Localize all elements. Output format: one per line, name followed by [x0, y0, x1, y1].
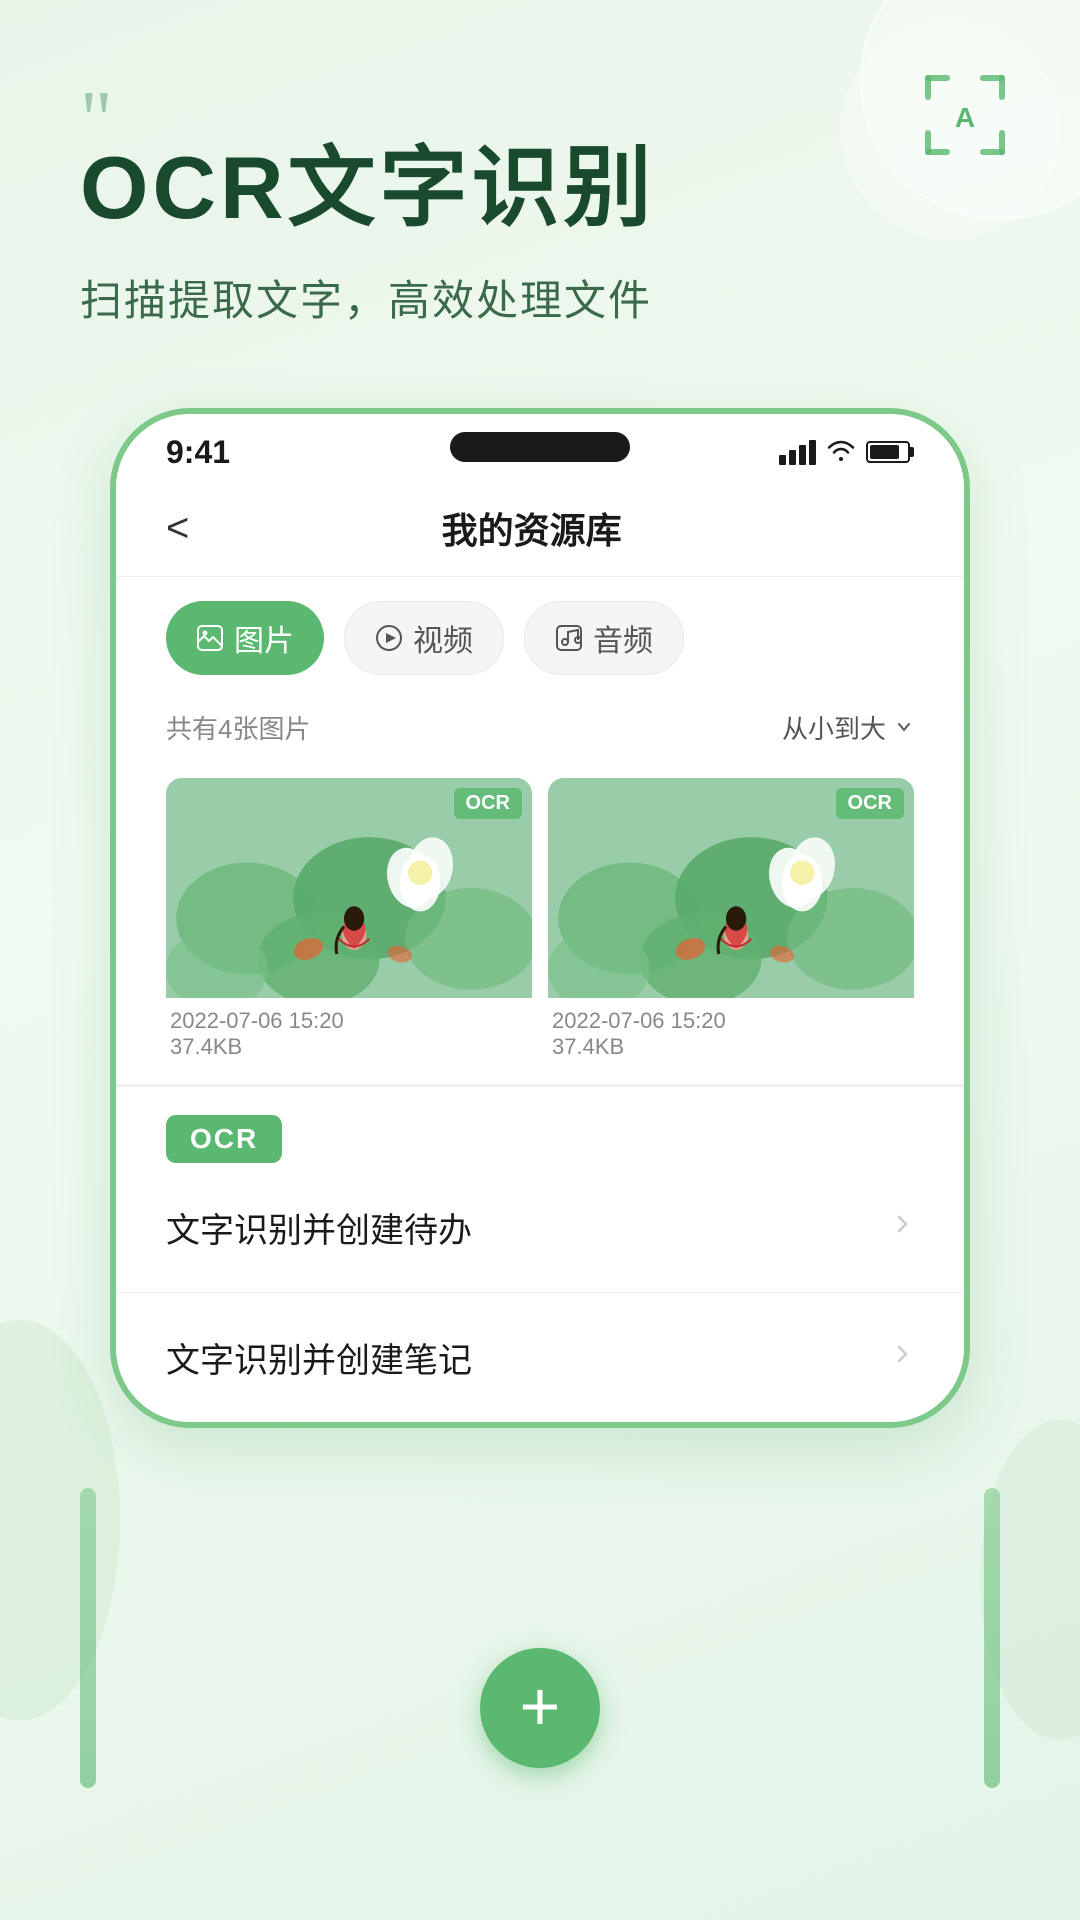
- signal-bar-1: [779, 455, 786, 465]
- image-meta-2: 2022-07-06 15:20 37.4KB: [548, 998, 914, 1064]
- tab-videos[interactable]: 视频: [344, 601, 504, 675]
- image-date-2: 2022-07-06 15:20: [552, 1008, 910, 1034]
- sort-chevron-icon: [894, 717, 914, 737]
- ocr-menu-text-todo: 文字识别并创建待办: [166, 1203, 472, 1252]
- tab-videos-label: 视频: [413, 616, 473, 660]
- tab-audio[interactable]: 音频: [524, 601, 684, 675]
- image-card-1[interactable]: OCR 2022-07-06 15:20 37.4KB: [166, 778, 532, 1064]
- header-section: A " OCR文字识别 扫描提取文字，高效处理文件: [0, 0, 1080, 368]
- signal-icon: [779, 440, 816, 465]
- signal-bar-2: [789, 450, 796, 465]
- ocr-menu-item-todo[interactable]: 文字识别并创建待办: [116, 1163, 964, 1293]
- status-icons: [779, 436, 914, 468]
- image-size-1: 37.4KB: [170, 1034, 528, 1060]
- sort-label: 从小到大: [782, 709, 886, 746]
- nav-bar: < 我的资源库: [116, 481, 964, 577]
- ocr-panel: OCR 文字识别并创建待办 文字识别并创建笔记: [116, 1084, 964, 1422]
- tab-images-label: 图片: [234, 616, 294, 660]
- wifi-icon: [826, 436, 856, 468]
- image-meta-1: 2022-07-06 15:20 37.4KB: [166, 998, 532, 1064]
- ocr-menu-text-note: 文字识别并创建笔记: [166, 1333, 472, 1382]
- image-tab-icon: [196, 624, 224, 652]
- chevron-right-icon-1: [890, 1210, 914, 1244]
- video-tab-icon: [375, 624, 403, 652]
- image-date-1: 2022-07-06 15:20: [170, 1008, 528, 1034]
- page-subtitle: 扫描提取文字，高效处理文件: [80, 267, 1020, 328]
- nav-title: 我的资源库: [209, 502, 854, 554]
- bottom-bar-right: [984, 1488, 1000, 1788]
- tab-images[interactable]: 图片: [166, 601, 324, 675]
- image-thumb-2: OCR: [548, 778, 914, 998]
- signal-bar-3: [799, 445, 806, 465]
- ocr-menu-item-note[interactable]: 文字识别并创建笔记: [116, 1293, 964, 1422]
- back-button[interactable]: <: [166, 501, 209, 556]
- dynamic-island: [450, 432, 630, 462]
- bottom-bar-left: [80, 1488, 96, 1788]
- count-bar: 共有4张图片 从小到大: [116, 699, 964, 762]
- audio-tab-icon: [555, 624, 583, 652]
- image-size-2: 37.4KB: [552, 1034, 910, 1060]
- fab-plus-icon: +: [520, 1671, 561, 1741]
- image-count: 共有4张图片: [166, 709, 310, 746]
- sort-selector[interactable]: 从小到大: [782, 709, 914, 746]
- image-card-2[interactable]: OCR 2022-07-06 15:20 37.4KB: [548, 778, 914, 1064]
- ocr-badge-1: OCR: [454, 788, 522, 819]
- ocr-label-badge: OCR: [166, 1115, 282, 1163]
- fab-add-button[interactable]: +: [480, 1648, 600, 1768]
- bottom-section: +: [0, 1428, 1080, 1848]
- image-thumb-1: OCR: [166, 778, 532, 998]
- image-grid: OCR 2022-07-06 15:20 37.4KB: [116, 762, 964, 1084]
- status-bar: 9:41: [116, 414, 964, 481]
- ocr-badge-2: OCR: [836, 788, 904, 819]
- quote-decoration: ": [80, 80, 1020, 160]
- phone-mockup: 9:41: [110, 408, 970, 1428]
- battery-icon: [866, 441, 914, 463]
- tab-audio-label: 音频: [593, 616, 653, 660]
- signal-bar-4: [809, 440, 816, 465]
- filter-tabs-container: 图片 视频 音频: [116, 577, 964, 699]
- ocr-panel-header: OCR: [116, 1087, 964, 1163]
- status-time: 9:41: [166, 434, 230, 471]
- chevron-right-icon-2: [890, 1340, 914, 1374]
